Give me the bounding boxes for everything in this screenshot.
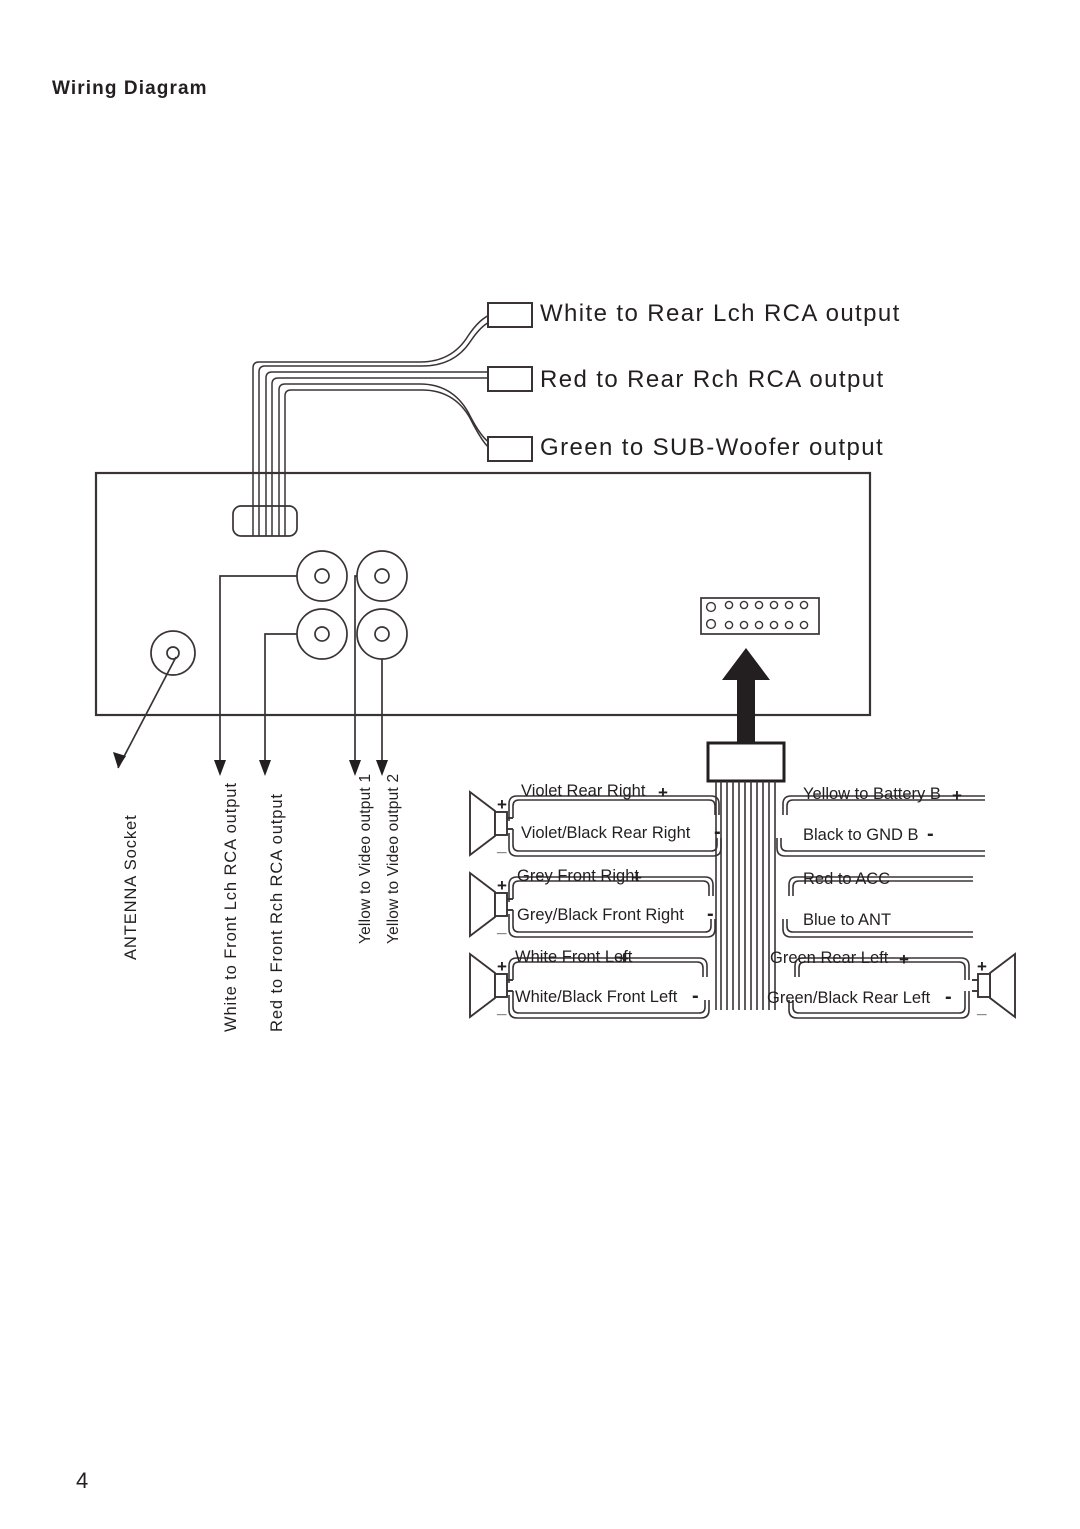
harness-label-yellow-battery: Yellow to Battery B — [803, 785, 941, 803]
jack-label-video-output-1: Yellow to Video output 1 — [357, 773, 374, 944]
rca-jack-video-2-inner — [374, 626, 390, 642]
rca-output-label-subwoofer: Green to SUB-Woofer output — [540, 434, 885, 461]
harness-label-violet-rear-right-pos: Violet Rear Right — [521, 782, 646, 800]
jack-label-antenna-socket: ANTENNA Socket — [122, 814, 140, 960]
rca-plug-subwoofer — [487, 436, 533, 462]
harness-label-grey-black-front-right-neg: Grey/Black Front Right — [517, 906, 684, 924]
rca-cable-grommet — [232, 505, 298, 537]
manual-page: Wiring Diagram White to Rear Lch RCA out… — [0, 0, 1080, 1529]
polarity-grey-black-front-right: - — [707, 903, 714, 925]
leader-front-rch-arrow — [259, 760, 271, 776]
harness-label-black-gnd: Black to GND B — [803, 826, 919, 844]
rca-plug-rear-lch — [487, 302, 533, 328]
polarity-white-black-front-left: - — [692, 985, 699, 1007]
harness-label-green-black-rear-left-neg: Green/Black Rear Left — [767, 989, 931, 1007]
harness-label-white-front-left-pos: White Front Left — [515, 948, 633, 966]
rca-output-label-rear-rch: Red to Rear Rch RCA output — [540, 366, 885, 393]
antenna-socket-arrowhead — [113, 752, 126, 768]
speaker-terminal-pos-rear-left: + — [977, 957, 987, 976]
polarity-violet-rear-right: + — [658, 783, 668, 802]
rca-output-label-rear-lch: White to Rear Lch RCA output — [540, 300, 901, 327]
polarity-yellow-battery: + — [952, 786, 962, 805]
speaker-terminal-neg-front-right: _ — [497, 917, 507, 936]
speaker-terminal-neg-rear-right: _ — [497, 836, 507, 855]
speaker-terminal-pos-rear-right: + — [497, 795, 507, 814]
polarity-green-black-rear-left: - — [945, 986, 952, 1008]
jack-label-video-output-2: Yellow to Video output 2 — [385, 773, 402, 944]
jack-label-front-lch: White to Front Lch RCA output — [222, 782, 240, 1032]
harness-label-red-acc: Red to ACC — [803, 870, 891, 888]
speaker-terminal-neg-front-left: _ — [497, 998, 507, 1017]
speaker-terminal-neg-rear-left: _ — [977, 998, 987, 1017]
polarity-grey-front-right: + — [632, 868, 642, 887]
harness-plug-block — [706, 741, 786, 783]
antenna-socket-inner — [166, 646, 180, 660]
jack-label-front-rch: Red to Front Rch RCA output — [268, 793, 286, 1032]
page-number: 4 — [76, 1468, 89, 1493]
leader-front-lch-arrow — [214, 760, 226, 776]
polarity-violet-black-rear-right: - — [714, 821, 721, 843]
speaker-terminal-pos-front-left: + — [497, 957, 507, 976]
harness-label-grey-front-right-pos: Grey Front Right — [517, 867, 639, 885]
harness-wire-trunk — [715, 781, 776, 1010]
harness-label-green-rear-left-pos: Green Rear Left — [770, 949, 889, 967]
rca-plug-rear-rch — [487, 366, 533, 392]
polarity-black-gnd: - — [927, 823, 934, 845]
rca-jack-front-rch-inner — [314, 626, 330, 642]
rca-jack-front-lch-inner — [314, 568, 330, 584]
polarity-green-rear-left: + — [899, 950, 909, 969]
wiring-diagram-graphic — [94, 302, 1016, 1019]
speaker-terminal-pos-front-right: + — [497, 876, 507, 895]
rca-jack-video-1-inner — [374, 568, 390, 584]
harness-label-blue-ant: Blue to ANT — [803, 911, 892, 929]
harness-label-violet-black-rear-right-neg: Violet/Black Rear Right — [521, 824, 691, 842]
harness-label-white-black-front-left-neg: White/Black Front Left — [515, 988, 678, 1006]
wire-violet-rear-right-pos — [512, 799, 716, 818]
polarity-white-front-left: + — [619, 949, 629, 968]
